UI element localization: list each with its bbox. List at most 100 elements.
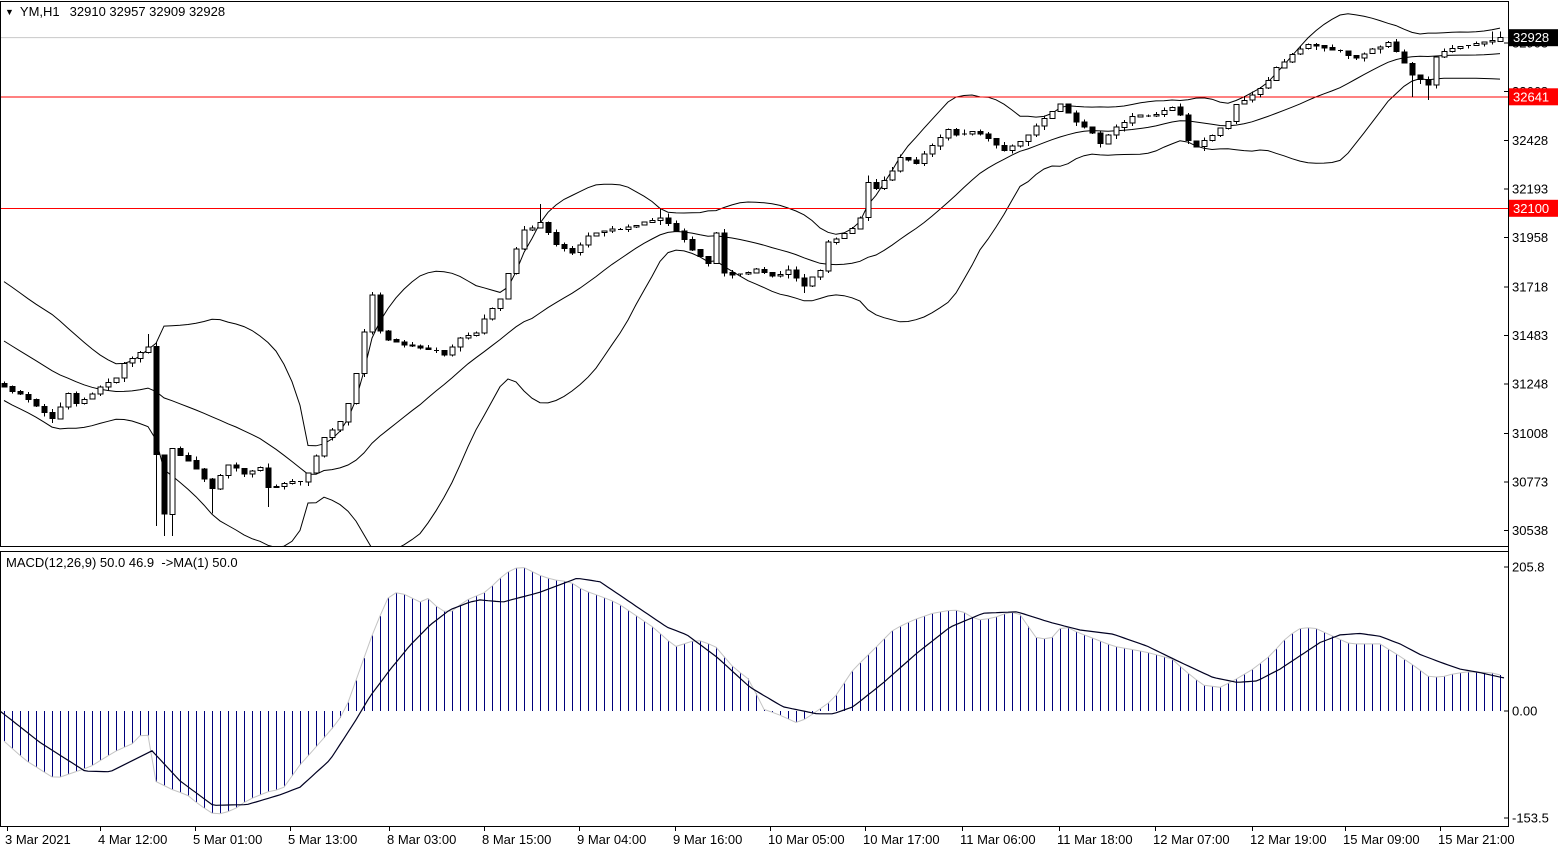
candle bbox=[122, 362, 127, 382]
time-tick-label: 3 Mar 2021 bbox=[5, 832, 71, 847]
candle bbox=[882, 177, 887, 190]
candle bbox=[1034, 124, 1039, 137]
candle bbox=[826, 240, 831, 273]
candle bbox=[154, 342, 159, 525]
candle bbox=[818, 270, 823, 280]
candle bbox=[1474, 42, 1479, 46]
candle bbox=[890, 167, 895, 181]
candle bbox=[586, 233, 591, 248]
candle bbox=[1354, 55, 1359, 60]
candle bbox=[1498, 32, 1503, 42]
candle bbox=[962, 129, 967, 135]
hline-price-badge-label: 32641 bbox=[1513, 89, 1549, 104]
candle bbox=[178, 447, 183, 457]
price-chart-canvas[interactable]: 3290332668324283219331958317183148331248… bbox=[0, 0, 1566, 850]
price-tick-label: 31248 bbox=[1512, 377, 1548, 392]
candle bbox=[1362, 52, 1367, 61]
candle bbox=[1266, 77, 1271, 89]
candle bbox=[938, 135, 943, 150]
candle bbox=[1162, 108, 1167, 117]
time-tick-label: 10 Mar 05:00 bbox=[768, 832, 845, 847]
candle bbox=[546, 221, 551, 235]
candle bbox=[418, 344, 423, 349]
bollinger-middle-band bbox=[4, 54, 1500, 475]
candle bbox=[1258, 87, 1263, 98]
candle bbox=[1418, 74, 1423, 84]
candle bbox=[1226, 121, 1231, 129]
time-tick-label: 11 Mar 18:00 bbox=[1057, 832, 1133, 847]
candle bbox=[362, 329, 367, 377]
candle bbox=[298, 481, 303, 486]
candle bbox=[98, 386, 103, 396]
candle bbox=[1482, 42, 1487, 47]
candle bbox=[1186, 113, 1191, 144]
price-tick-label: 32428 bbox=[1512, 133, 1548, 148]
time-axis: 3 Mar 20214 Mar 12:005 Mar 01:005 Mar 13… bbox=[5, 827, 1515, 847]
candle bbox=[170, 448, 175, 536]
candle bbox=[1178, 104, 1183, 116]
macd-tick-label: -153.5 bbox=[1512, 811, 1549, 826]
candle bbox=[578, 242, 583, 255]
time-tick-label: 5 Mar 13:00 bbox=[288, 832, 357, 847]
candle bbox=[10, 386, 15, 394]
candle bbox=[858, 217, 863, 230]
price-tick-label: 32193 bbox=[1512, 182, 1548, 197]
candle bbox=[402, 340, 407, 348]
ohlc-values: 32910 32957 32909 32928 bbox=[70, 4, 225, 19]
candle bbox=[810, 276, 815, 287]
candle bbox=[650, 218, 655, 223]
candle bbox=[666, 214, 671, 226]
macd-tick-label: 0.00 bbox=[1512, 704, 1537, 719]
candle bbox=[42, 404, 47, 417]
candle bbox=[930, 144, 935, 158]
candle bbox=[338, 421, 343, 432]
candle bbox=[1114, 124, 1119, 139]
candle bbox=[90, 393, 95, 400]
candle bbox=[770, 272, 775, 277]
candle bbox=[482, 315, 487, 335]
candle bbox=[1466, 45, 1471, 48]
candle bbox=[202, 468, 207, 482]
candle bbox=[786, 266, 791, 279]
candle bbox=[970, 131, 975, 136]
candle bbox=[1218, 128, 1223, 137]
candle bbox=[1210, 134, 1215, 141]
candle bbox=[1306, 44, 1311, 50]
candle bbox=[602, 230, 607, 236]
candle bbox=[922, 151, 927, 166]
price-axis-labels: 3290332668324283219331958317183148331248… bbox=[1504, 35, 1548, 538]
candle bbox=[138, 351, 143, 362]
candle bbox=[674, 221, 679, 232]
symbol-dropdown-icon[interactable]: ▼ bbox=[5, 7, 14, 17]
candle bbox=[802, 274, 807, 293]
candle bbox=[994, 138, 999, 149]
price-tick-label: 31483 bbox=[1512, 328, 1548, 343]
candle bbox=[626, 224, 631, 232]
time-tick-label: 4 Mar 12:00 bbox=[98, 832, 167, 847]
price-panel bbox=[1, 14, 1508, 551]
candle bbox=[554, 230, 559, 247]
candle bbox=[594, 232, 599, 236]
candle bbox=[706, 256, 711, 267]
candle bbox=[914, 157, 919, 165]
candle bbox=[58, 403, 63, 420]
candle bbox=[722, 229, 727, 277]
macd-histogram bbox=[5, 568, 1501, 814]
price-tick-label: 30773 bbox=[1512, 474, 1548, 489]
candle bbox=[986, 132, 991, 142]
candle bbox=[514, 247, 519, 275]
candle bbox=[186, 453, 191, 462]
macd-panel-border bbox=[1, 552, 1509, 827]
time-tick-label: 15 Mar 21:00 bbox=[1438, 832, 1515, 847]
candle bbox=[234, 463, 239, 472]
candle bbox=[1386, 41, 1391, 48]
candle bbox=[1370, 48, 1375, 54]
candle bbox=[1338, 49, 1343, 52]
candle bbox=[250, 470, 255, 477]
time-tick-label: 9 Mar 04:00 bbox=[577, 832, 646, 847]
candle bbox=[730, 270, 735, 279]
candle bbox=[1042, 116, 1047, 131]
candle bbox=[1018, 141, 1023, 147]
candle bbox=[1234, 104, 1239, 124]
candle bbox=[794, 266, 799, 281]
